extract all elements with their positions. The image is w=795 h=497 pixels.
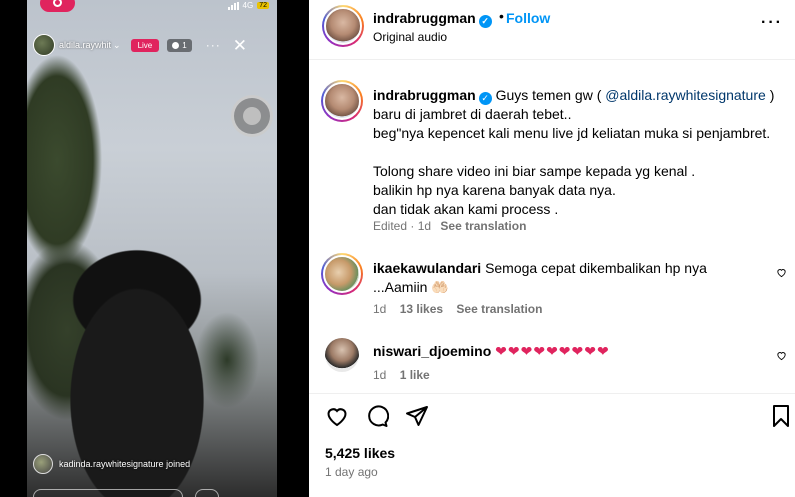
- eye-icon: [172, 41, 180, 49]
- chevron-down-icon[interactable]: ⌄: [113, 40, 121, 51]
- verified-icon: ✓: [478, 92, 492, 105]
- battery-icon: 72: [257, 2, 269, 9]
- live-action-button[interactable]: [195, 489, 219, 497]
- caption-meta: Edited · 1d See translation: [373, 219, 526, 233]
- viewer-count-badge: 1: [167, 38, 192, 52]
- caption-edited-time: Edited · 1d: [373, 219, 432, 233]
- joined-text: kadinda.raywhitesignature joined: [59, 459, 191, 469]
- comment-username[interactable]: ikaekawulandari: [373, 260, 481, 276]
- follow-button[interactable]: Follow: [506, 10, 550, 26]
- comment-icon[interactable]: [365, 404, 389, 428]
- heart-icon[interactable]: [776, 350, 787, 361]
- caption-line: baru di jambret di daerah tebet..: [373, 106, 572, 122]
- separator-dot: •: [499, 8, 504, 24]
- heart-icon[interactable]: [776, 267, 787, 278]
- comment-likes[interactable]: 1 like: [400, 368, 430, 382]
- see-translation-link[interactable]: See translation: [456, 302, 542, 316]
- likes-count[interactable]: 5,425 likes: [325, 445, 395, 461]
- status-icons: 4G 72: [227, 1, 269, 10]
- comment-username[interactable]: niswari_djoemino: [373, 343, 491, 359]
- joined-user-avatar: [33, 454, 53, 474]
- screen-record-indicator: [40, 0, 75, 12]
- video-panel[interactable]: 4G 72 aldila.raywhit ⌄ Live 1 ··· ✕ kadi…: [0, 0, 309, 497]
- live-joined-notice: kadinda.raywhitesignature joined: [33, 454, 190, 474]
- caption-line: balikin hp nya karena banyak data nya.: [373, 182, 616, 198]
- see-translation-link[interactable]: See translation: [440, 219, 526, 233]
- network-label: 4G: [242, 1, 254, 10]
- share-icon[interactable]: [405, 404, 429, 428]
- caption-intro-end: ): [769, 87, 775, 103]
- save-bookmark-icon[interactable]: [769, 404, 793, 428]
- comment-item: ikaekawulandari Semoga cepat dikembalika…: [373, 259, 763, 297]
- commenter-avatar[interactable]: [321, 253, 363, 295]
- record-dot-icon: [53, 0, 62, 7]
- post-action-bar: 5,425 likes 1 day ago: [309, 393, 795, 497]
- caption-line: dan tidak akan kami process .: [373, 201, 559, 217]
- comment-meta: 1d 1 like: [373, 368, 440, 382]
- more-options-icon[interactable]: ···: [761, 14, 783, 32]
- live-badge: Live: [130, 38, 160, 52]
- close-icon[interactable]: ✕: [233, 37, 247, 54]
- post-details-panel: indrabruggman ✓ • Follow Original audio ·…: [309, 0, 795, 497]
- phone-status-bar: 4G 72: [27, 0, 277, 14]
- live-comment-input[interactable]: [33, 489, 183, 497]
- commenter-avatar[interactable]: [325, 338, 359, 372]
- caption-line: Tolong share video ini biar sampe kepada…: [373, 163, 696, 179]
- caption-author-avatar[interactable]: [321, 80, 363, 122]
- verified-icon: ✓: [478, 15, 492, 28]
- caption-mention-link[interactable]: @aldila.raywhitesignature: [605, 87, 766, 103]
- post-caption: indrabruggman ✓ Guys temen gw ( @aldila.r…: [373, 86, 783, 219]
- comment-time: 1d: [373, 368, 387, 382]
- post-header: indrabruggman ✓ • Follow Original audio ·…: [309, 0, 795, 60]
- signal-icon: [227, 1, 239, 10]
- caption-username[interactable]: indrabruggman: [373, 87, 476, 103]
- comments-section[interactable]: indrabruggman ✓ Guys temen gw ( @aldila.r…: [309, 61, 795, 391]
- caption-line: beg"nya kepencet kali menu live jd kelia…: [373, 125, 771, 141]
- assistive-touch-button[interactable]: [231, 95, 273, 137]
- author-username[interactable]: indrabruggman ✓: [373, 10, 492, 28]
- live-host-handle[interactable]: aldila.raywhit: [59, 40, 111, 50]
- comment-likes[interactable]: 13 likes: [400, 302, 443, 316]
- audio-label[interactable]: Original audio: [373, 30, 447, 44]
- viewer-count: 1: [182, 40, 187, 50]
- comment-time: 1d: [373, 302, 387, 316]
- like-heart-icon[interactable]: [325, 404, 349, 428]
- author-avatar[interactable]: [322, 5, 364, 47]
- caption-intro: Guys temen gw (: [495, 87, 602, 103]
- live-video-frame[interactable]: [27, 0, 277, 497]
- more-options-icon[interactable]: ···: [206, 38, 221, 52]
- live-host-avatar[interactable]: [33, 34, 55, 56]
- comment-meta: 1d 13 likes See translation: [373, 302, 552, 316]
- comment-text: ❤❤❤❤❤❤❤❤❤: [495, 343, 610, 359]
- post-time[interactable]: 1 day ago: [325, 465, 378, 479]
- comment-item: niswari_djoemino ❤❤❤❤❤❤❤❤❤: [373, 342, 763, 361]
- live-header: aldila.raywhit ⌄ Live 1 ··· ✕: [33, 34, 273, 56]
